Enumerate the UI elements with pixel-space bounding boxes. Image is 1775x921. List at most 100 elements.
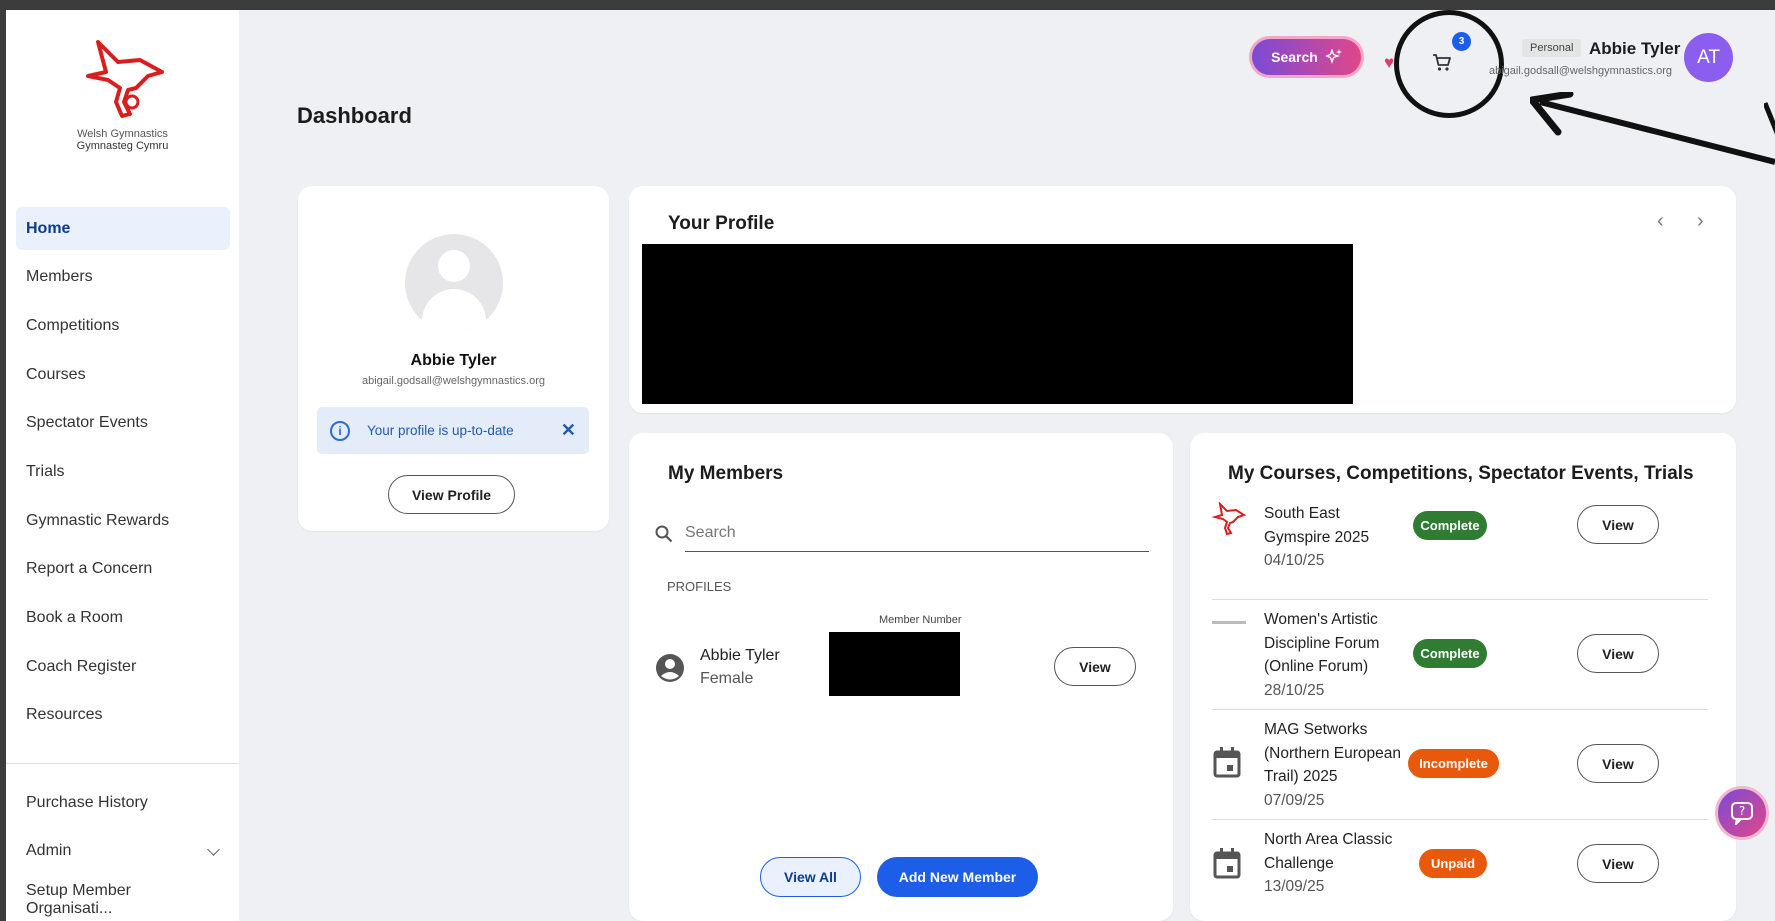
event-name-line2: Discipline Forum	[1264, 634, 1380, 652]
logo-text-english: Welsh Gymnastics	[77, 128, 168, 140]
profile-status-text: Your profile is up-to-date	[367, 423, 514, 438]
search-icon	[655, 525, 673, 543]
sidebar-item-members[interactable]: Members	[16, 256, 230, 299]
sidebar-item-label: Purchase History	[26, 793, 148, 811]
member-gender: Female	[700, 670, 754, 687]
svg-text:?: ?	[1739, 804, 1745, 818]
view-event-button[interactable]: View	[1577, 634, 1659, 673]
calendar-icon	[1213, 848, 1241, 879]
ai-search-button[interactable]: Search	[1249, 36, 1364, 78]
sidebar-item-gymnastic-rewards[interactable]: Gymnastic Rewards	[16, 499, 230, 542]
list-item: MAG Setworks (Northern European Trail) 2…	[1212, 710, 1708, 820]
sidebar: Welsh Gymnastics Gymnasteg Cymru Home Me…	[6, 10, 239, 921]
courses-title: My Courses, Competitions, Spectator Even…	[1228, 463, 1694, 484]
status-badge: Unpaid	[1419, 849, 1487, 878]
event-name-line1: South East	[1264, 505, 1340, 522]
sidebar-item-competitions[interactable]: Competitions	[16, 304, 230, 347]
event-name-line3: (Online Forum)	[1264, 658, 1369, 675]
user-name[interactable]: Abbie Tyler	[1589, 39, 1680, 59]
event-name-line1: Women's Artistic	[1264, 611, 1378, 628]
event-name-line2: (Northern European	[1264, 744, 1401, 762]
search-placeholder: Search	[685, 524, 736, 541]
sidebar-item-spectator-events[interactable]: Spectator Events	[16, 402, 230, 445]
profile-summary-card: Abbie Tyler abigail.godsall@welshgymnast…	[298, 186, 609, 531]
list-item: North Area Classic Challenge 13/09/25 Un…	[1212, 820, 1708, 910]
profiles-section-label: PROFILES	[667, 579, 732, 594]
your-profile-card: Your Profile ‹ ›	[629, 186, 1736, 413]
view-all-members-button[interactable]: View All	[760, 857, 861, 897]
member-number-header: Member Number	[879, 614, 962, 626]
event-logo-icon	[1212, 621, 1246, 624]
sidebar-secondary-nav: Purchase History Admin Setup Member Orga…	[16, 781, 230, 921]
sidebar-item-setup-member-organisation[interactable]: Setup Member Organisati...	[16, 878, 230, 921]
event-logo-icon	[1212, 502, 1246, 536]
sidebar-item-resources[interactable]: Resources	[16, 694, 230, 737]
page-title: Dashboard	[297, 103, 412, 128]
sidebar-item-courses[interactable]: Courses	[16, 353, 230, 396]
member-search-input[interactable]: Search	[655, 514, 1149, 552]
profile-name: Abbie Tyler	[410, 352, 497, 369]
status-badge: Incomplete	[1408, 749, 1499, 778]
close-icon[interactable]: ✕	[561, 420, 576, 441]
welsh-gymnastics-logo-icon	[85, 40, 164, 118]
event-name-line1: North Area Classic	[1264, 831, 1393, 848]
sidebar-item-trials[interactable]: Trials	[16, 450, 230, 493]
chevron-down-icon	[207, 842, 220, 856]
event-name-line3: Trail) 2025	[1264, 768, 1338, 785]
logo-text-welsh: Gymnasteg Cymru	[76, 140, 169, 152]
chevron-left-icon[interactable]: ‹	[1657, 210, 1664, 233]
event-details: MAG Setworks (Northern European Trail) 2…	[1264, 718, 1414, 812]
status-badge: Complete	[1413, 511, 1487, 540]
user-email: abigail.godsall@welshgymnastics.org	[1489, 65, 1672, 77]
annotation-arrow-pointer-icon	[1530, 92, 1775, 165]
profile-status-alert: i Your profile is up-to-date ✕	[317, 407, 589, 454]
annotation-circle	[1394, 10, 1504, 118]
my-members-title: My Members	[668, 463, 784, 484]
search-button-label: Search	[1271, 49, 1318, 65]
profile-email: abigail.godsall@welshgymnastics.org	[362, 375, 545, 387]
event-date: 28/10/25	[1264, 681, 1325, 699]
info-icon: i	[330, 420, 350, 441]
view-profile-button[interactable]: View Profile	[388, 475, 515, 514]
sidebar-divider	[6, 763, 239, 764]
help-chat-button[interactable]: ?	[1715, 786, 1769, 840]
list-item: Women's Artistic Discipline Forum (Onlin…	[1212, 600, 1708, 710]
redacted-region	[642, 244, 1353, 404]
event-date: 07/09/25	[1264, 791, 1325, 809]
event-details: North Area Classic Challenge 13/09/25	[1264, 828, 1414, 899]
avatar[interactable]: AT	[1684, 33, 1733, 82]
add-new-member-button[interactable]: Add New Member	[877, 857, 1038, 897]
sparkle-icon	[1325, 49, 1342, 65]
member-name: Abbie Tyler	[700, 647, 780, 664]
event-name-line2: Challenge	[1264, 854, 1334, 872]
event-details: South East Gymspire 2025 04/10/25	[1264, 502, 1414, 573]
redacted-member-number	[829, 632, 960, 696]
event-name-line1: MAG Setworks	[1264, 721, 1368, 738]
sidebar-item-coach-register[interactable]: Coach Register	[16, 645, 230, 688]
sidebar-item-label: Setup Member Organisati...	[26, 881, 131, 917]
default-avatar-icon	[405, 234, 503, 332]
sidebar-nav: Home Members Competitions Courses Specta…	[16, 207, 230, 743]
event-date: 13/09/25	[1264, 878, 1325, 895]
sidebar-item-admin[interactable]: Admin	[16, 830, 230, 873]
view-event-button[interactable]: View	[1577, 505, 1659, 544]
calendar-icon	[1213, 747, 1241, 778]
view-member-button[interactable]: View	[1054, 647, 1136, 686]
account-circle-icon	[656, 654, 684, 682]
screen-frame-top	[0, 0, 1775, 10]
sidebar-item-purchase-history[interactable]: Purchase History	[16, 781, 230, 824]
event-details: Women's Artistic Discipline Forum (Onlin…	[1264, 608, 1414, 702]
list-item: South East Gymspire 2025 04/10/25 Comple…	[1212, 502, 1708, 600]
brand-logo[interactable]: Welsh Gymnastics Gymnasteg Cymru	[6, 40, 239, 152]
event-date: 04/10/25	[1264, 552, 1325, 569]
sidebar-item-book-room[interactable]: Book a Room	[16, 597, 230, 640]
sidebar-item-home[interactable]: Home	[16, 207, 230, 250]
view-event-button[interactable]: View	[1577, 744, 1659, 783]
view-event-button[interactable]: View	[1577, 844, 1659, 883]
sidebar-item-report-concern[interactable]: Report a Concern	[16, 548, 230, 591]
your-profile-title: Your Profile	[668, 213, 775, 234]
my-members-card: My Members Search PROFILES Member Number…	[629, 433, 1173, 921]
chevron-right-icon[interactable]: ›	[1697, 210, 1704, 233]
favourites-heart-icon[interactable]: ♥	[1384, 53, 1394, 73]
search-underline	[685, 551, 1149, 552]
